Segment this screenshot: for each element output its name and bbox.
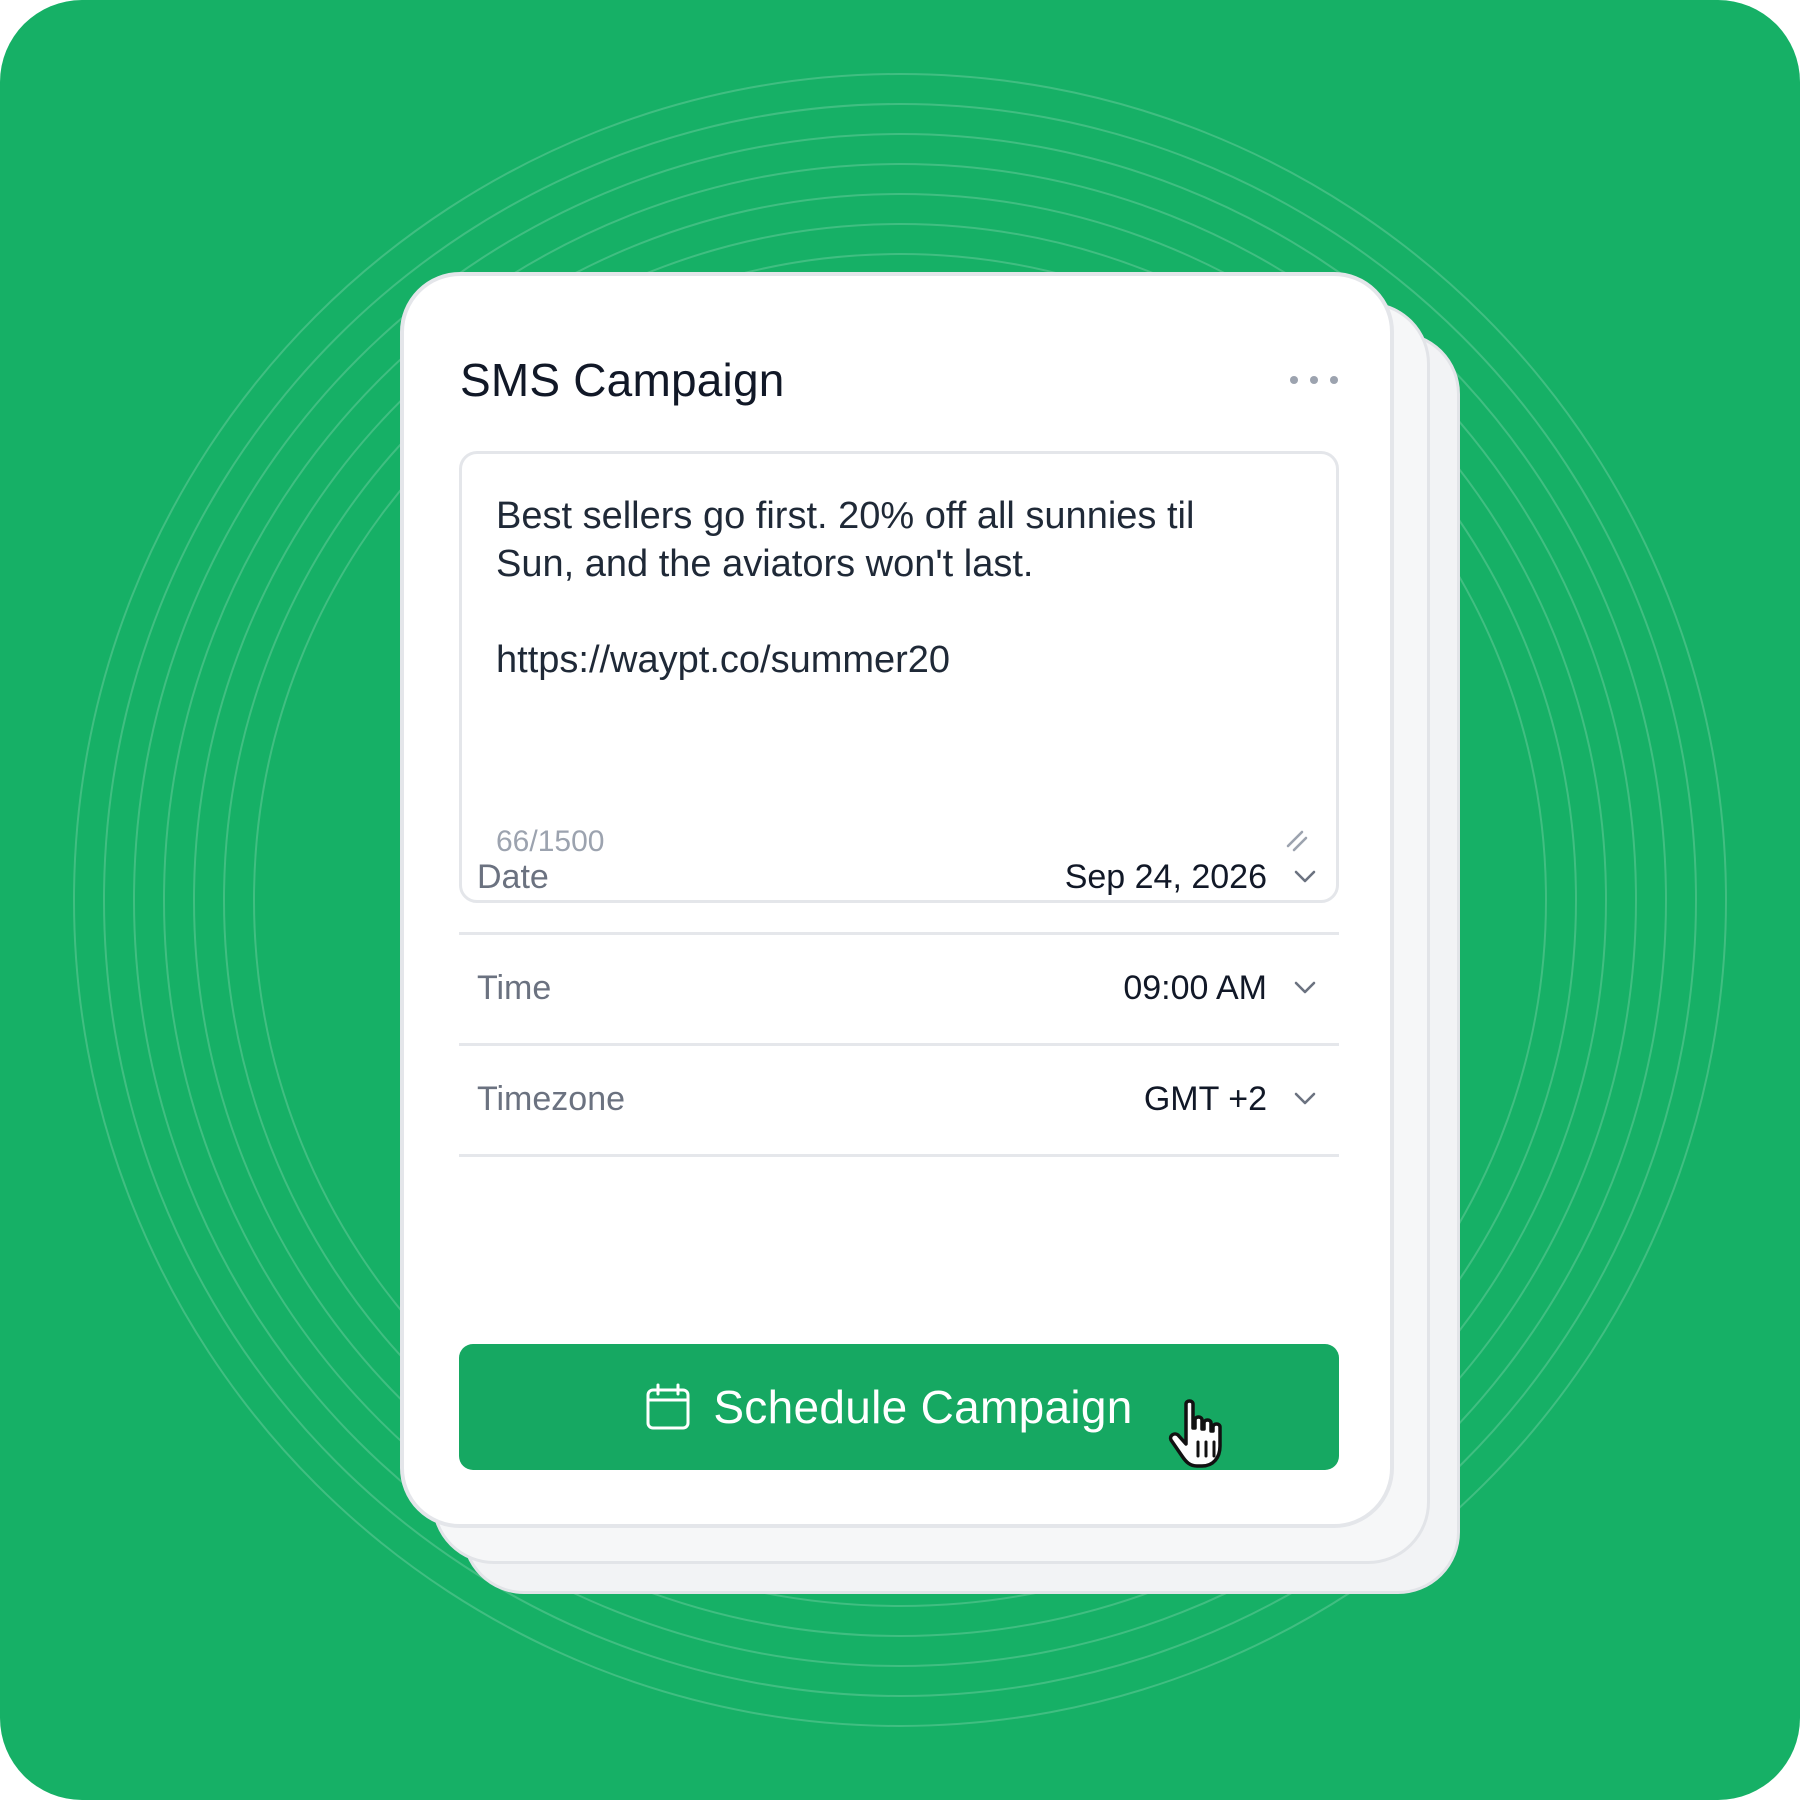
timezone-label: Timezone [477, 1080, 626, 1118]
dot [1290, 376, 1298, 384]
date-label: Date [477, 858, 549, 896]
button-content: Schedule Campaign [645, 1379, 1132, 1435]
timezone-value[interactable]: GMT +2 [1144, 1078, 1267, 1120]
card-title: SMS Campaign [460, 354, 785, 406]
sms-campaign-card: SMS Campaign Best sellers go first. 20% … [400, 272, 1394, 1528]
dot [1310, 376, 1318, 384]
schedule-campaign-label: Schedule Campaign [713, 1381, 1133, 1433]
chevron-down-icon[interactable] [1293, 975, 1317, 999]
more-options-icon[interactable] [1290, 368, 1338, 392]
pointer-hand-icon [1168, 1399, 1222, 1468]
date-value[interactable]: Sep 24, 2026 [1065, 856, 1267, 898]
time-field-row[interactable]: Time 09:00 AM [459, 935, 1339, 1046]
calendar-icon [646, 1383, 690, 1430]
time-label: Time [477, 969, 552, 1007]
chevron-down-icon[interactable] [1293, 1086, 1317, 1110]
dot [1330, 376, 1338, 384]
date-field-row[interactable]: Date Sep 24, 2026 [459, 824, 1339, 935]
timezone-field-row[interactable]: Timezone GMT +2 [459, 1046, 1339, 1157]
chevron-down-icon[interactable] [1293, 864, 1317, 888]
time-value[interactable]: 09:00 AM [1123, 967, 1267, 1009]
message-text[interactable]: Best sellers go first. 20% off all sunni… [496, 492, 1296, 684]
background-canvas: SMS Campaign Best sellers go first. 20% … [0, 0, 1800, 1800]
